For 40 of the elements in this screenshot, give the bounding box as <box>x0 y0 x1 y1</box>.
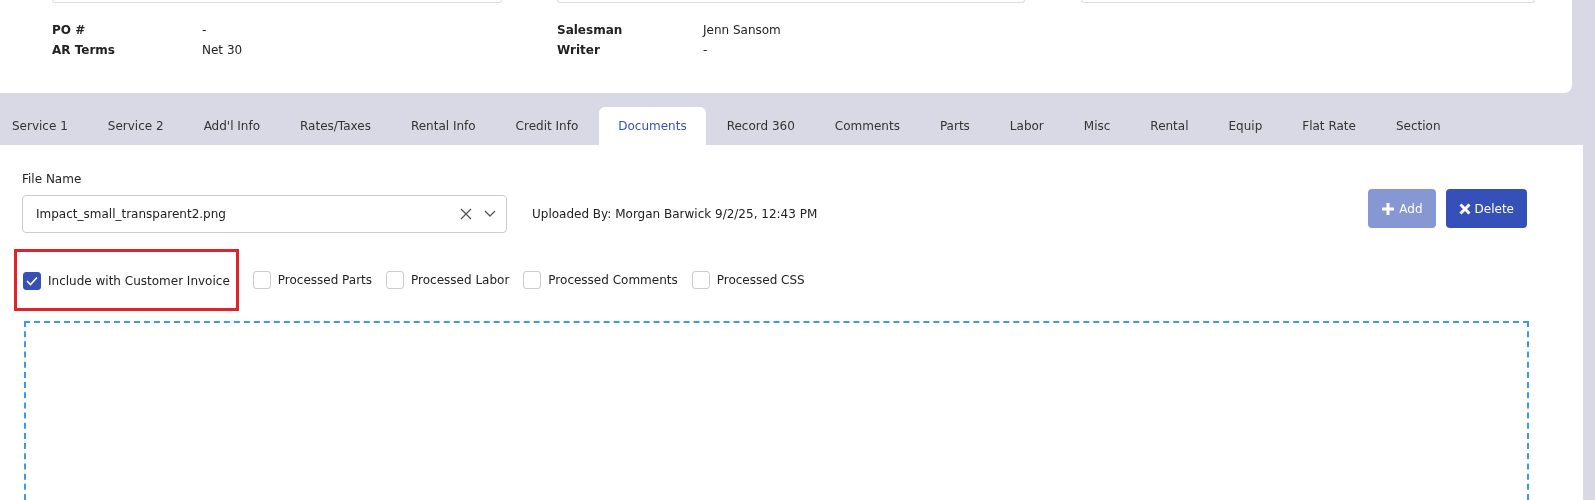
drop-zone[interactable] <box>24 321 1529 500</box>
field-label: Writer <box>557 43 601 57</box>
plus-icon <box>1381 201 1396 216</box>
uploaded-by-text: Uploaded By: Morgan Barwick 9/2/25, 12:43 PM <box>532 207 818 221</box>
field-label: AR Terms <box>52 43 116 57</box>
checkbox-label: Processed Labor <box>411 273 510 287</box>
tab[interactable]: Service 2 <box>88 107 183 145</box>
checkbox-label: Processed Parts <box>277 273 373 287</box>
tab[interactable]: Rates/Taxes <box>281 107 390 145</box>
checkbox[interactable] <box>23 272 41 290</box>
tab[interactable]: Flat Rate <box>1283 107 1375 145</box>
tab[interactable]: Comments <box>815 107 919 145</box>
clear-icon[interactable] <box>460 208 472 220</box>
tab[interactable]: Section <box>1376 107 1460 145</box>
field-value: Net 30 <box>202 43 244 57</box>
checkmark-icon <box>26 276 38 286</box>
delete-button[interactable]: Delete <box>1445 189 1527 228</box>
field-label: PO # <box>52 23 87 37</box>
file-select[interactable]: Impact_small_transparent2.png <box>22 195 507 233</box>
checkbox-label: Include with Customer Invoice <box>48 274 230 288</box>
field-value: - <box>202 23 208 37</box>
field-value: - <box>703 43 709 57</box>
field-label: File Name <box>22 172 83 186</box>
tab[interactable]: Misc <box>1064 107 1130 145</box>
field-label: Salesman <box>557 23 624 37</box>
checkbox-label: Processed CSS <box>716 273 805 287</box>
tab[interactable]: Record 360 <box>707 107 814 145</box>
field-value: Jenn Sansom <box>703 23 782 37</box>
tab[interactable]: Equip <box>1209 107 1282 145</box>
tab[interactable]: Parts <box>920 107 989 145</box>
tab[interactable]: Documents <box>599 107 706 145</box>
tab[interactable]: Rental Info <box>391 107 495 145</box>
tab[interactable]: Service 1 <box>0 107 87 145</box>
close-icon <box>1458 202 1471 215</box>
checkbox-label: Processed Comments <box>548 273 678 287</box>
tab[interactable]: Credit Info <box>496 107 598 145</box>
chevron-down-icon[interactable] <box>484 210 496 218</box>
tab[interactable]: Labor <box>990 107 1063 145</box>
tab[interactable]: Add'l Info <box>184 107 279 145</box>
tab[interactable]: Rental <box>1131 107 1208 145</box>
